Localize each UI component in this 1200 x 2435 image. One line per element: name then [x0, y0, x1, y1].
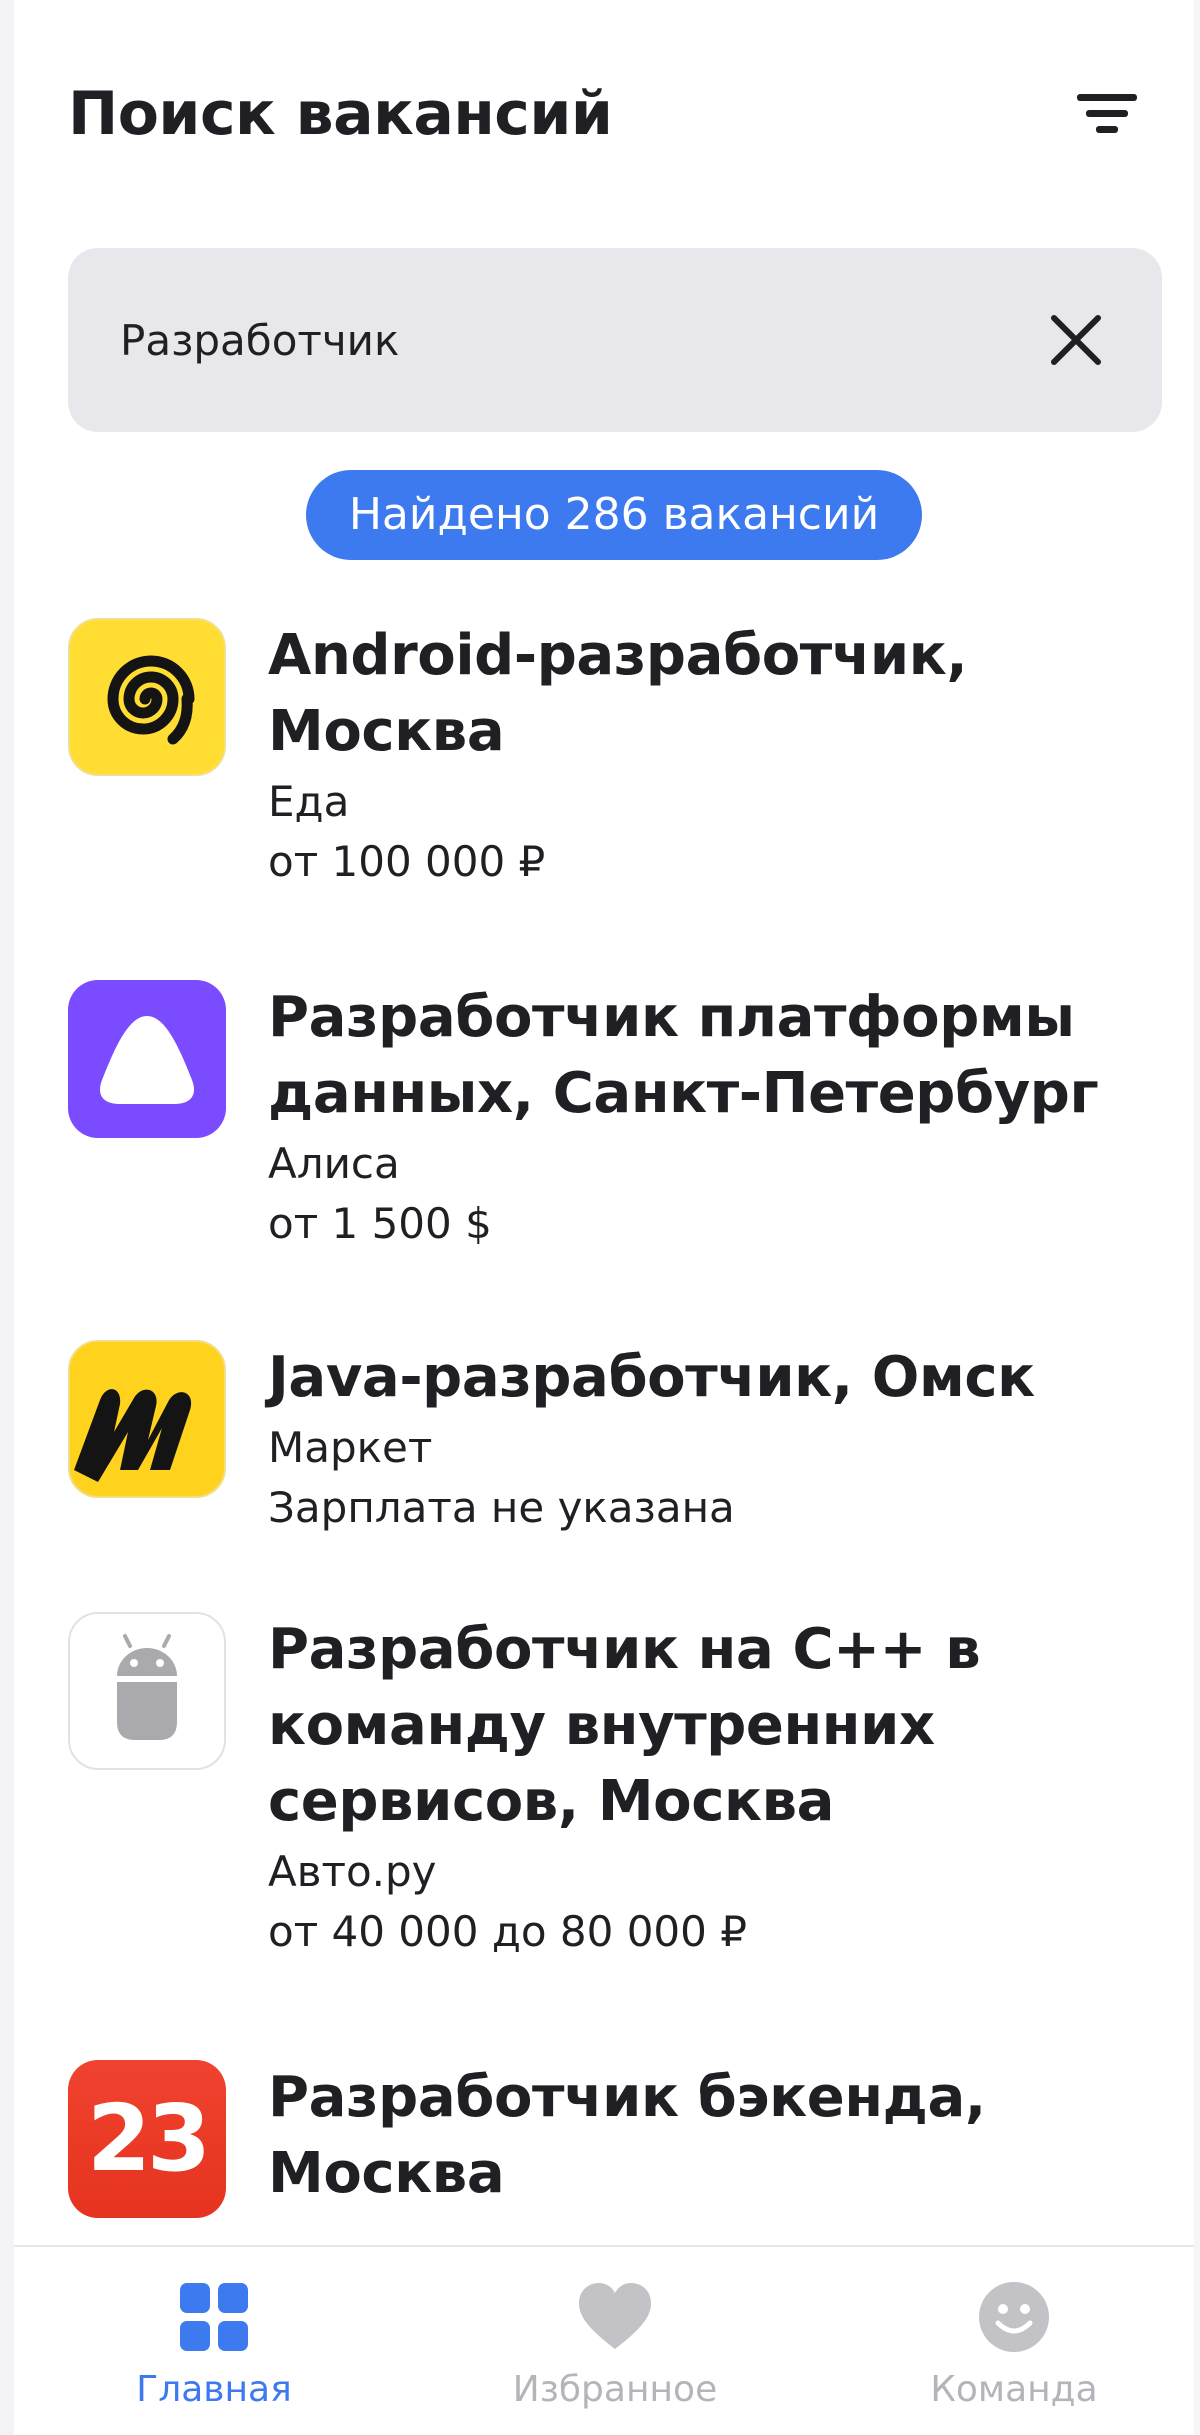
- search-box: [68, 248, 1162, 432]
- 23-logo: 23: [68, 2060, 226, 2218]
- vacancy-title: Разработчик на С++ в команду внутренних …: [268, 1617, 981, 1834]
- heart-icon: [579, 2283, 651, 2349]
- nav-label: Команда: [930, 2369, 1098, 2410]
- vacancy-salary: от 100 000 ₽: [268, 837, 546, 886]
- nav-item-home[interactable]: Главная: [64, 2277, 364, 2417]
- vacancy-item[interactable]: Java-разработчик, Омск Маркет Зарплата н…: [68, 1340, 1162, 1580]
- nav-item-favorites[interactable]: Избранное: [465, 2277, 765, 2417]
- vacancy-item[interactable]: 23 Разработчик бэкенда, Москва: [68, 2060, 1162, 2245]
- vacancy-title: Android-разработчик, Москва: [268, 623, 968, 764]
- vacancy-company: Алиса: [268, 1139, 400, 1188]
- nav-label: Избранное: [512, 2369, 718, 2410]
- filter-button[interactable]: [1074, 88, 1140, 140]
- vacancy-item[interactable]: Разработчик платформы данных, Санкт-Пете…: [68, 980, 1162, 1290]
- market-logo: [68, 1340, 226, 1498]
- vacancy-salary: от 1 500 $: [268, 1199, 492, 1248]
- results-count-badge: Найдено 286 вакансий: [306, 470, 922, 560]
- clear-search-button[interactable]: [1046, 310, 1106, 370]
- eda-logo: [68, 618, 226, 776]
- vacancy-company: Еда: [268, 777, 350, 826]
- vacancy-company: Маркет: [268, 1423, 433, 1472]
- right-edge: [1194, 0, 1200, 2435]
- nav-item-team[interactable]: Команда: [864, 2277, 1164, 2417]
- logo-text: 23: [86, 2085, 211, 2192]
- close-icon: [1051, 315, 1101, 365]
- alisa-logo: [68, 980, 226, 1138]
- smiley-icon: [979, 2282, 1049, 2352]
- vacancy-salary: Зарплата не указана: [268, 1483, 735, 1532]
- left-edge: [0, 0, 14, 2435]
- vacancy-salary: от 40 000 до 80 000 ₽: [268, 1907, 747, 1956]
- grid-icon: [180, 2283, 248, 2351]
- header: Поиск вакансий: [68, 70, 1148, 160]
- bottom-navigation: Главная Избранное Команда: [14, 2245, 1194, 2435]
- page-title: Поиск вакансий: [68, 79, 613, 149]
- android-robot-logo: [68, 1612, 226, 1770]
- search-input[interactable]: [120, 248, 1020, 432]
- vacancy-item[interactable]: Разработчик на С++ в команду внутренних …: [68, 1612, 1162, 2012]
- nav-label: Главная: [136, 2369, 292, 2410]
- vacancy-item[interactable]: Android-разработчик, Москва Еда от 100 0…: [68, 618, 1162, 928]
- vacancy-title: Разработчик бэкенда, Москва: [268, 2065, 986, 2206]
- vacancy-title: Разработчик платформы данных, Санкт-Пете…: [268, 985, 1099, 1126]
- vacancy-title: Java-разработчик, Омск: [268, 1345, 1035, 1410]
- vacancy-company: Авто.ру: [268, 1847, 437, 1896]
